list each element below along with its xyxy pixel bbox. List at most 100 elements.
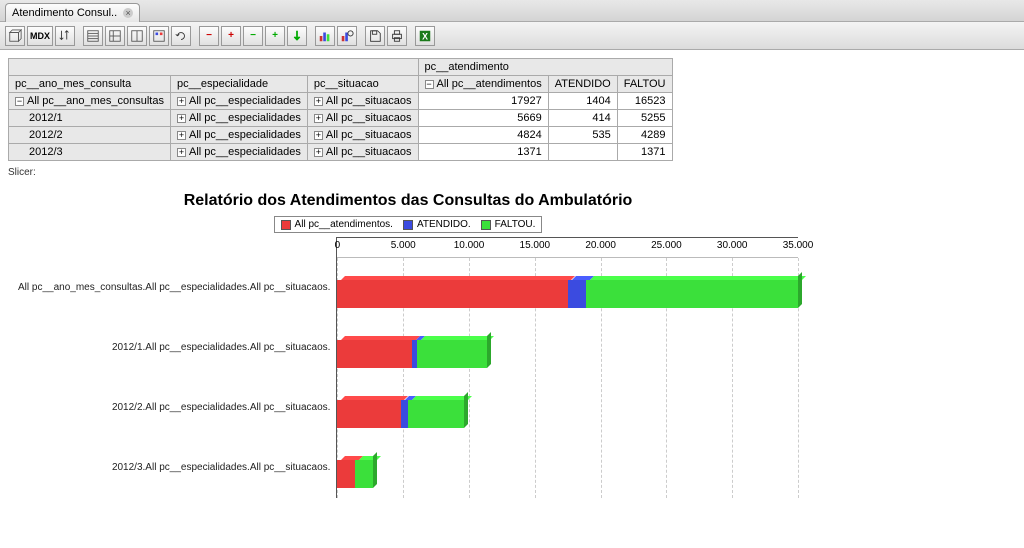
chart-bar-segment <box>337 340 412 368</box>
cell-c3: 5255 <box>617 110 672 127</box>
mdx-label: MDX <box>30 31 50 41</box>
col-especialidade[interactable]: pc__especialidade <box>170 76 307 93</box>
expand-plus-green-icon[interactable]: + <box>265 26 285 46</box>
layout3-icon[interactable] <box>127 26 147 46</box>
cell-c3: 4289 <box>617 127 672 144</box>
collapse-icon[interactable]: − <box>425 80 434 89</box>
col-all-atend[interactable]: −All pc__atendimentos <box>418 76 548 93</box>
cell-ano[interactable]: 2012/2 <box>29 129 63 141</box>
expand-icon[interactable]: + <box>314 114 323 123</box>
expand-icon[interactable]: + <box>177 148 186 157</box>
tab-atendimento[interactable]: Atendimento Consul.. × <box>5 3 140 22</box>
chart-bar-segment <box>337 400 400 428</box>
legend-swatch-green <box>481 220 491 230</box>
chart-bar-segment <box>401 400 408 428</box>
chart-bar-segment <box>568 280 586 308</box>
settings-icon[interactable] <box>149 26 169 46</box>
cell-sit[interactable]: All pc__situacaos <box>326 129 412 141</box>
col-all-atend-label: All pc__atendimentos <box>437 78 542 90</box>
chart-bar-segment <box>417 340 486 368</box>
chart-title: Relatório dos Atendimentos das Consultas… <box>18 192 798 210</box>
cell-esp[interactable]: All pc__especialidades <box>189 112 301 124</box>
chart-body: All pc__ano_mes_consultas.All pc__especi… <box>18 237 798 498</box>
drillthrough-icon[interactable] <box>287 26 307 46</box>
table-row: 2012/1 +All pc__especialidades +All pc__… <box>9 110 673 127</box>
expand-icon[interactable]: + <box>314 148 323 157</box>
cell-c1: 1371 <box>418 144 548 161</box>
toolbar: MDX − + − + X <box>0 22 1024 50</box>
mdx-button[interactable]: MDX <box>27 26 53 46</box>
chart-bar-row <box>337 264 798 324</box>
legend-label: All pc__atendimentos. <box>295 219 393 230</box>
chart-bar-row <box>337 384 798 444</box>
cell-sit[interactable]: All pc__situacaos <box>326 146 412 158</box>
chart-bar-row <box>337 444 798 504</box>
cell-esp[interactable]: All pc__especialidades <box>189 95 301 107</box>
legend-label: FALTOU. <box>495 219 536 230</box>
cube-icon[interactable] <box>5 26 25 46</box>
cell-c2: 535 <box>548 127 617 144</box>
cell-ano[interactable]: 2012/3 <box>29 146 63 158</box>
legend-label: ATENDIDO. <box>417 219 471 230</box>
cell-c2 <box>548 144 617 161</box>
cell-esp[interactable]: All pc__especialidades <box>189 129 301 141</box>
cell-c3: 16523 <box>617 93 672 110</box>
reset-icon[interactable] <box>171 26 191 46</box>
cell-c3: 1371 <box>617 144 672 161</box>
chart-bar-segment <box>355 460 373 488</box>
print-icon[interactable] <box>387 26 407 46</box>
legend-swatch-red <box>281 220 291 230</box>
slicer-label: Slicer: <box>8 167 1016 178</box>
chart-bar-segment <box>337 280 567 308</box>
chart-x-tick: 20.000 <box>585 240 616 251</box>
cell-sit[interactable]: All pc__situacaos <box>326 95 412 107</box>
expand-icon[interactable]: + <box>314 97 323 106</box>
excel-icon[interactable]: X <box>415 26 435 46</box>
chart-config-icon[interactable] <box>337 26 357 46</box>
expand-plus-red-icon[interactable]: + <box>221 26 241 46</box>
collapse-minus-red-icon[interactable]: − <box>199 26 219 46</box>
close-icon[interactable]: × <box>123 8 133 18</box>
expand-icon[interactable]: + <box>177 97 186 106</box>
super-header: pc__atendimento <box>418 59 672 76</box>
cell-c1: 4824 <box>418 127 548 144</box>
layout2-icon[interactable] <box>105 26 125 46</box>
chart-x-tick: 25.000 <box>651 240 682 251</box>
cell-ano[interactable]: All pc__ano_mes_consultas <box>27 95 164 107</box>
sort-icon[interactable] <box>55 26 75 46</box>
expand-icon[interactable]: + <box>177 114 186 123</box>
expand-icon[interactable]: + <box>314 131 323 140</box>
collapse-icon[interactable]: − <box>15 97 24 106</box>
chart-bar-icon[interactable] <box>315 26 335 46</box>
col-atendido[interactable]: ATENDIDO <box>548 76 617 93</box>
legend-item: FALTOU. <box>481 219 536 230</box>
legend-item: ATENDIDO. <box>403 219 471 230</box>
content-area: pc__atendimento pc__ano_mes_consulta pc_… <box>0 50 1024 506</box>
chart-bar-segment <box>337 460 355 488</box>
layout1-icon[interactable] <box>83 26 103 46</box>
cell-c1: 5669 <box>418 110 548 127</box>
chart: Relatório dos Atendimentos das Consultas… <box>18 192 798 498</box>
chart-x-tick: 15.000 <box>520 240 551 251</box>
chart-x-tick: 0 <box>335 240 341 251</box>
chart-bar <box>337 340 798 368</box>
cell-esp[interactable]: All pc__especialidades <box>189 146 301 158</box>
table-row: −All pc__ano_mes_consultas +All pc__espe… <box>9 93 673 110</box>
chart-x-tick: 5.000 <box>391 240 416 251</box>
col-faltou[interactable]: FALTOU <box>617 76 672 93</box>
chart-bar-row <box>337 324 798 384</box>
col-situacao[interactable]: pc__situacao <box>307 76 418 93</box>
save-icon[interactable] <box>365 26 385 46</box>
collapse-minus-green-icon[interactable]: − <box>243 26 263 46</box>
chart-plot: 05.00010.00015.00020.00025.00030.00035.0… <box>336 237 798 498</box>
cell-ano[interactable]: 2012/1 <box>29 112 63 124</box>
cell-sit[interactable]: All pc__situacaos <box>326 112 412 124</box>
cell-c2: 414 <box>548 110 617 127</box>
col-ano-mes[interactable]: pc__ano_mes_consulta <box>9 76 171 93</box>
legend-item: All pc__atendimentos. <box>281 219 393 230</box>
tab-label: Atendimento Consul.. <box>12 7 117 19</box>
tab-bar: Atendimento Consul.. × <box>0 0 1024 22</box>
expand-icon[interactable]: + <box>177 131 186 140</box>
chart-y-label: 2012/1.All pc__especialidades.All pc__si… <box>18 317 330 377</box>
chart-y-label: 2012/3.All pc__especialidades.All pc__si… <box>18 438 330 498</box>
